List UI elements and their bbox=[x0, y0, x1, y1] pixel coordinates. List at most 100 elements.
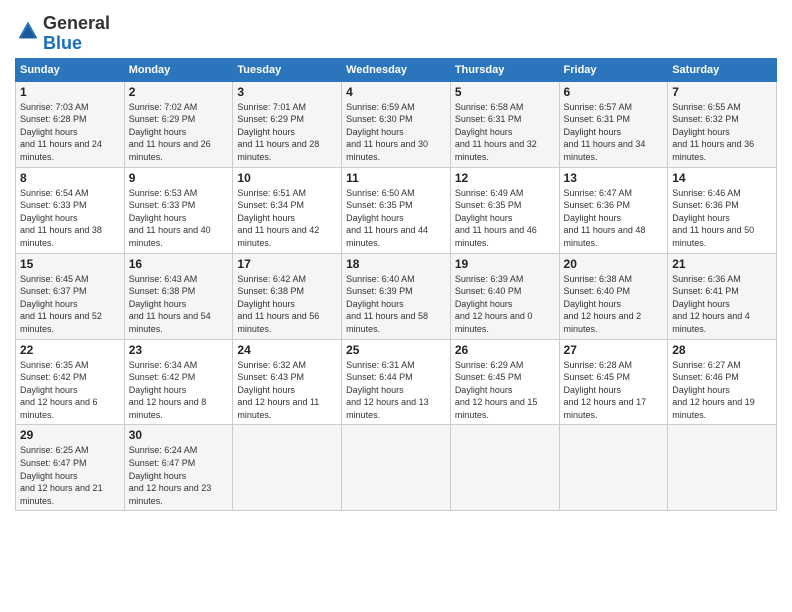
day-number: 12 bbox=[455, 171, 555, 185]
calendar-cell: 16 Sunrise: 6:43 AM Sunset: 6:38 PM Dayl… bbox=[124, 253, 233, 339]
day-number: 17 bbox=[237, 257, 337, 271]
day-info: Sunrise: 6:45 AM Sunset: 6:37 PM Dayligh… bbox=[20, 273, 120, 336]
day-info: Sunrise: 7:03 AM Sunset: 6:28 PM Dayligh… bbox=[20, 101, 120, 164]
day-info: Sunrise: 6:34 AM Sunset: 6:42 PM Dayligh… bbox=[129, 359, 229, 422]
day-number: 1 bbox=[20, 85, 120, 99]
calendar-cell bbox=[559, 425, 668, 511]
calendar-cell: 21 Sunrise: 6:36 AM Sunset: 6:41 PM Dayl… bbox=[668, 253, 777, 339]
day-number: 22 bbox=[20, 343, 120, 357]
day-info: Sunrise: 6:24 AM Sunset: 6:47 PM Dayligh… bbox=[129, 444, 229, 507]
day-info: Sunrise: 6:38 AM Sunset: 6:40 PM Dayligh… bbox=[564, 273, 664, 336]
logo-blue-text: Blue bbox=[43, 33, 82, 53]
calendar-cell: 8 Sunrise: 6:54 AM Sunset: 6:33 PM Dayli… bbox=[16, 167, 125, 253]
day-info: Sunrise: 6:42 AM Sunset: 6:38 PM Dayligh… bbox=[237, 273, 337, 336]
day-info: Sunrise: 6:51 AM Sunset: 6:34 PM Dayligh… bbox=[237, 187, 337, 250]
day-info: Sunrise: 7:02 AM Sunset: 6:29 PM Dayligh… bbox=[129, 101, 229, 164]
calendar-cell: 2 Sunrise: 7:02 AM Sunset: 6:29 PM Dayli… bbox=[124, 81, 233, 167]
day-number: 9 bbox=[129, 171, 229, 185]
day-number: 15 bbox=[20, 257, 120, 271]
day-info: Sunrise: 6:32 AM Sunset: 6:43 PM Dayligh… bbox=[237, 359, 337, 422]
calendar-cell bbox=[450, 425, 559, 511]
day-number: 10 bbox=[237, 171, 337, 185]
day-number: 24 bbox=[237, 343, 337, 357]
day-info: Sunrise: 6:27 AM Sunset: 6:46 PM Dayligh… bbox=[672, 359, 772, 422]
day-info: Sunrise: 6:47 AM Sunset: 6:36 PM Dayligh… bbox=[564, 187, 664, 250]
logo-general-text: General bbox=[43, 13, 110, 33]
calendar-cell: 27 Sunrise: 6:28 AM Sunset: 6:45 PM Dayl… bbox=[559, 339, 668, 425]
calendar-cell: 23 Sunrise: 6:34 AM Sunset: 6:42 PM Dayl… bbox=[124, 339, 233, 425]
day-info: Sunrise: 6:43 AM Sunset: 6:38 PM Dayligh… bbox=[129, 273, 229, 336]
day-info: Sunrise: 6:28 AM Sunset: 6:45 PM Dayligh… bbox=[564, 359, 664, 422]
day-info: Sunrise: 6:54 AM Sunset: 6:33 PM Dayligh… bbox=[20, 187, 120, 250]
dow-header: Friday bbox=[559, 58, 668, 81]
day-number: 2 bbox=[129, 85, 229, 99]
day-info: Sunrise: 6:39 AM Sunset: 6:40 PM Dayligh… bbox=[455, 273, 555, 336]
calendar-cell: 1 Sunrise: 7:03 AM Sunset: 6:28 PM Dayli… bbox=[16, 81, 125, 167]
day-info: Sunrise: 6:35 AM Sunset: 6:42 PM Dayligh… bbox=[20, 359, 120, 422]
day-number: 13 bbox=[564, 171, 664, 185]
calendar-cell: 30 Sunrise: 6:24 AM Sunset: 6:47 PM Dayl… bbox=[124, 425, 233, 511]
day-number: 25 bbox=[346, 343, 446, 357]
calendar-cell: 19 Sunrise: 6:39 AM Sunset: 6:40 PM Dayl… bbox=[450, 253, 559, 339]
calendar-cell: 26 Sunrise: 6:29 AM Sunset: 6:45 PM Dayl… bbox=[450, 339, 559, 425]
calendar-cell: 18 Sunrise: 6:40 AM Sunset: 6:39 PM Dayl… bbox=[342, 253, 451, 339]
day-number: 18 bbox=[346, 257, 446, 271]
day-number: 30 bbox=[129, 428, 229, 442]
day-number: 27 bbox=[564, 343, 664, 357]
calendar-cell: 10 Sunrise: 6:51 AM Sunset: 6:34 PM Dayl… bbox=[233, 167, 342, 253]
day-number: 11 bbox=[346, 171, 446, 185]
day-info: Sunrise: 6:29 AM Sunset: 6:45 PM Dayligh… bbox=[455, 359, 555, 422]
day-number: 20 bbox=[564, 257, 664, 271]
calendar-cell: 9 Sunrise: 6:53 AM Sunset: 6:33 PM Dayli… bbox=[124, 167, 233, 253]
calendar-cell bbox=[342, 425, 451, 511]
day-number: 6 bbox=[564, 85, 664, 99]
calendar-cell: 20 Sunrise: 6:38 AM Sunset: 6:40 PM Dayl… bbox=[559, 253, 668, 339]
dow-header: Saturday bbox=[668, 58, 777, 81]
day-number: 14 bbox=[672, 171, 772, 185]
day-info: Sunrise: 6:49 AM Sunset: 6:35 PM Dayligh… bbox=[455, 187, 555, 250]
day-number: 4 bbox=[346, 85, 446, 99]
calendar-cell: 25 Sunrise: 6:31 AM Sunset: 6:44 PM Dayl… bbox=[342, 339, 451, 425]
day-number: 23 bbox=[129, 343, 229, 357]
calendar-cell bbox=[668, 425, 777, 511]
day-number: 29 bbox=[20, 428, 120, 442]
calendar-cell: 12 Sunrise: 6:49 AM Sunset: 6:35 PM Dayl… bbox=[450, 167, 559, 253]
calendar-cell: 11 Sunrise: 6:50 AM Sunset: 6:35 PM Dayl… bbox=[342, 167, 451, 253]
dow-header: Wednesday bbox=[342, 58, 451, 81]
day-info: Sunrise: 6:31 AM Sunset: 6:44 PM Dayligh… bbox=[346, 359, 446, 422]
dow-header: Sunday bbox=[16, 58, 125, 81]
day-number: 5 bbox=[455, 85, 555, 99]
calendar-cell: 22 Sunrise: 6:35 AM Sunset: 6:42 PM Dayl… bbox=[16, 339, 125, 425]
day-number: 26 bbox=[455, 343, 555, 357]
calendar-cell: 28 Sunrise: 6:27 AM Sunset: 6:46 PM Dayl… bbox=[668, 339, 777, 425]
day-info: Sunrise: 6:57 AM Sunset: 6:31 PM Dayligh… bbox=[564, 101, 664, 164]
day-info: Sunrise: 6:50 AM Sunset: 6:35 PM Dayligh… bbox=[346, 187, 446, 250]
day-info: Sunrise: 6:46 AM Sunset: 6:36 PM Dayligh… bbox=[672, 187, 772, 250]
day-number: 28 bbox=[672, 343, 772, 357]
calendar-cell: 4 Sunrise: 6:59 AM Sunset: 6:30 PM Dayli… bbox=[342, 81, 451, 167]
day-info: Sunrise: 6:53 AM Sunset: 6:33 PM Dayligh… bbox=[129, 187, 229, 250]
day-info: Sunrise: 6:59 AM Sunset: 6:30 PM Dayligh… bbox=[346, 101, 446, 164]
calendar-cell: 7 Sunrise: 6:55 AM Sunset: 6:32 PM Dayli… bbox=[668, 81, 777, 167]
day-info: Sunrise: 6:36 AM Sunset: 6:41 PM Dayligh… bbox=[672, 273, 772, 336]
day-number: 19 bbox=[455, 257, 555, 271]
day-number: 3 bbox=[237, 85, 337, 99]
calendar-table: SundayMondayTuesdayWednesdayThursdayFrid… bbox=[15, 58, 777, 512]
calendar-cell: 17 Sunrise: 6:42 AM Sunset: 6:38 PM Dayl… bbox=[233, 253, 342, 339]
calendar-cell: 5 Sunrise: 6:58 AM Sunset: 6:31 PM Dayli… bbox=[450, 81, 559, 167]
calendar-cell: 3 Sunrise: 7:01 AM Sunset: 6:29 PM Dayli… bbox=[233, 81, 342, 167]
calendar-cell: 24 Sunrise: 6:32 AM Sunset: 6:43 PM Dayl… bbox=[233, 339, 342, 425]
day-info: Sunrise: 6:55 AM Sunset: 6:32 PM Dayligh… bbox=[672, 101, 772, 164]
dow-header: Monday bbox=[124, 58, 233, 81]
calendar-cell: 13 Sunrise: 6:47 AM Sunset: 6:36 PM Dayl… bbox=[559, 167, 668, 253]
day-info: Sunrise: 6:25 AM Sunset: 6:47 PM Dayligh… bbox=[20, 444, 120, 507]
calendar-cell bbox=[233, 425, 342, 511]
dow-header: Tuesday bbox=[233, 58, 342, 81]
day-number: 8 bbox=[20, 171, 120, 185]
day-info: Sunrise: 6:40 AM Sunset: 6:39 PM Dayligh… bbox=[346, 273, 446, 336]
day-info: Sunrise: 7:01 AM Sunset: 6:29 PM Dayligh… bbox=[237, 101, 337, 164]
dow-header: Thursday bbox=[450, 58, 559, 81]
day-number: 16 bbox=[129, 257, 229, 271]
logo: General Blue bbox=[15, 14, 110, 54]
calendar-cell: 6 Sunrise: 6:57 AM Sunset: 6:31 PM Dayli… bbox=[559, 81, 668, 167]
